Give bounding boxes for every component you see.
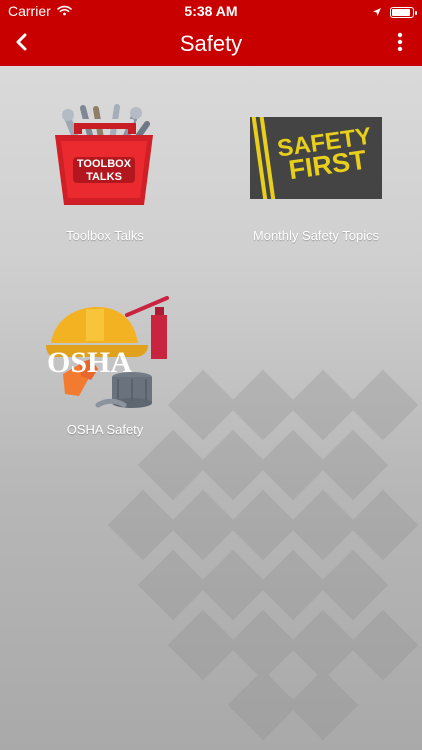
toolbox-label-line1: TOOLBOX (77, 158, 132, 170)
tile-toolbox-talks[interactable]: TOOLBOX TALKS Toolbox Talks (10, 98, 200, 244)
toolbox-talks-image: TOOLBOX TALKS (20, 98, 190, 218)
osha-safety-icon: OSHA (46, 295, 169, 408)
status-bar: Carrier 5:38 AM (0, 0, 422, 22)
toolbox-label-line2: TALKS (86, 171, 122, 183)
tile-osha-safety[interactable]: OSHA OSHA Safety (10, 292, 200, 438)
safety-first-sign: SAFETY FIRST (250, 117, 382, 199)
battery-icon (390, 6, 417, 18)
status-time: 5:38 AM (184, 3, 238, 19)
location-arrow-icon (372, 4, 382, 20)
osha-word: OSHA (47, 346, 132, 379)
tile-label-osha-safety: OSHA Safety (66, 422, 144, 437)
monthly-safety-topics-image: SAFETY FIRST (231, 98, 401, 218)
vertical-ellipsis-icon (396, 32, 404, 57)
more-button[interactable] (386, 30, 414, 58)
navigation-bar: Safety (0, 22, 422, 66)
page-title: Safety (179, 31, 243, 56)
safety-first-text: SAFETY FIRST (269, 123, 382, 186)
battery-fill (392, 8, 410, 16)
tile-label-toolbox-talks: Toolbox Talks (66, 228, 144, 243)
osha-safety-image: OSHA (20, 292, 190, 412)
toolbox-icon: TOOLBOX TALKS (55, 103, 153, 205)
tile-label-monthly-safety-topics: Monthly Safety Topics (252, 228, 380, 243)
app-shell: Carrier 5:38 AM Safety TOOLBOX TALKS Too… (0, 0, 422, 750)
tile-monthly-safety-topics[interactable]: SAFETY FIRST Monthly Safety Topics (221, 98, 411, 244)
status-right (372, 4, 417, 20)
